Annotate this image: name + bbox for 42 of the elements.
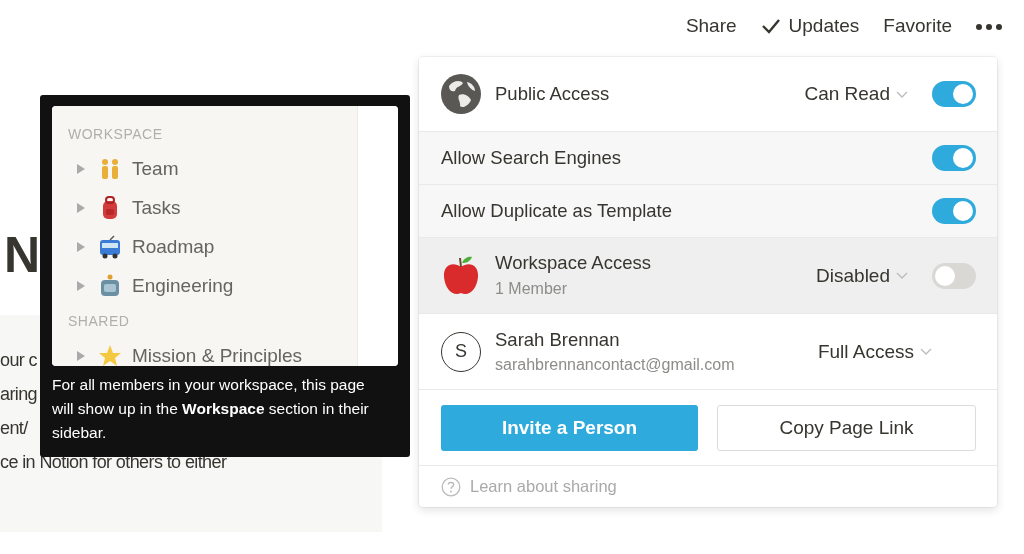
section-heading: WORKSPACE <box>68 125 163 144</box>
toggle-switch[interactable] <box>932 145 976 171</box>
option-label: Allow Duplicate as Template <box>441 199 674 223</box>
person-email: sarahbrennancontact@gmail.com <box>495 354 735 375</box>
robot-icon <box>98 273 122 298</box>
row-subtitle: 1 Member <box>495 279 568 299</box>
sidebar-item[interactable]: Team <box>68 149 179 188</box>
toggle-switch[interactable] <box>932 198 976 224</box>
option-label: Allow Search Engines <box>441 146 622 170</box>
row-title: Public Access <box>495 82 610 106</box>
toggle-switch[interactable] <box>932 81 976 107</box>
sidebar-item[interactable]: Roadmap <box>68 227 215 266</box>
sidebar-item[interactable]: Mission & Principles <box>68 336 302 366</box>
topbar-button[interactable]: Favorite <box>883 15 952 37</box>
callout-text: our c <box>0 349 38 372</box>
permission-dropdown[interactable]: Can Read <box>804 83 908 105</box>
section-heading: SHARED <box>68 312 130 331</box>
topbar-button[interactable]: Share <box>685 15 737 37</box>
tooltip-text: For all members in your workspace, this page will show up in the Workspace section in their sidebar. <box>52 375 370 443</box>
chevron-down-icon <box>896 90 908 99</box>
topbar-button[interactable]: Updates <box>760 15 860 37</box>
apple-icon <box>441 254 481 297</box>
chevron-down-icon <box>920 348 932 356</box>
row-title: Workspace Access <box>495 251 651 275</box>
more-button[interactable] <box>976 22 1002 30</box>
check-icon <box>760 18 781 34</box>
bus-icon <box>98 234 122 259</box>
sidebar-item[interactable]: Tasks <box>68 188 181 227</box>
callout-text: aring <box>0 383 38 406</box>
page-heading: N <box>4 226 41 285</box>
help-icon <box>441 476 461 497</box>
person-name: Sarah Brennan <box>495 327 620 352</box>
chevron-down-icon <box>896 272 908 280</box>
callout-text: ent/ <box>0 417 28 440</box>
permission-dropdown[interactable]: Disabled <box>816 264 908 287</box>
permission-dropdown[interactable]: Full Access <box>817 340 932 363</box>
star-icon <box>98 343 122 366</box>
sidebar-item[interactable]: Engineering <box>68 266 234 305</box>
globe-icon <box>441 74 481 114</box>
toggle-switch[interactable] <box>932 262 976 289</box>
more-icon <box>976 24 1002 30</box>
copy-link-button[interactable]: Copy Page Link <box>717 404 976 451</box>
